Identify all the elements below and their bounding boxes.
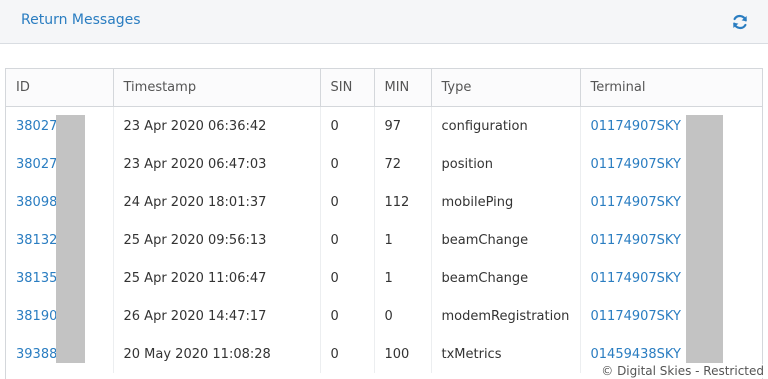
column-header-type[interactable]: Type — [431, 69, 581, 107]
min-cell: 100 — [374, 335, 432, 373]
terminal-link[interactable]: 01174907SKY — [580, 297, 762, 335]
type-cell: modemRegistration — [431, 297, 581, 335]
sin-cell: 0 — [320, 297, 375, 335]
column-header-sin[interactable]: SIN — [320, 69, 375, 107]
timestamp-cell: 23 Apr 2020 06:47:03 — [113, 145, 321, 183]
min-cell: 1 — [374, 221, 432, 259]
table-header-row: ID Timestamp SIN MIN Type Terminal — [6, 69, 762, 107]
min-cell: 0 — [374, 297, 432, 335]
refresh-icon[interactable] — [731, 13, 749, 31]
messages-table: ID Timestamp SIN MIN Type Terminal 38027… — [6, 69, 762, 373]
table-row: 38027 23 Apr 2020 06:36:42 0 97 configur… — [6, 106, 762, 146]
redaction-bar-terminal — [686, 115, 723, 363]
sin-cell: 0 — [320, 183, 375, 221]
table-row: 38190 26 Apr 2020 14:47:17 0 0 modemRegi… — [6, 297, 762, 335]
table-row: 38135 25 Apr 2020 11:06:47 0 1 beamChang… — [6, 259, 762, 297]
watermark: © Digital Skies - Restricted — [599, 364, 766, 378]
sin-cell: 0 — [320, 145, 375, 183]
return-messages-title[interactable]: Return Messages — [21, 12, 141, 28]
type-cell: beamChange — [431, 221, 581, 259]
column-header-timestamp[interactable]: Timestamp — [113, 69, 321, 107]
messages-table-container: ID Timestamp SIN MIN Type Terminal 38027… — [5, 68, 763, 379]
column-header-min[interactable]: MIN — [374, 69, 432, 107]
min-cell: 72 — [374, 145, 432, 183]
page-header: Return Messages — [0, 0, 768, 44]
min-cell: 112 — [374, 183, 432, 221]
timestamp-cell: 26 Apr 2020 14:47:17 — [113, 297, 321, 335]
type-cell: txMetrics — [431, 335, 581, 373]
sin-cell: 0 — [320, 221, 375, 259]
type-cell: beamChange — [431, 259, 581, 297]
sin-cell: 0 — [320, 259, 375, 297]
type-cell: position — [431, 145, 581, 183]
column-header-terminal[interactable]: Terminal — [580, 69, 762, 107]
terminal-link[interactable]: 01174907SKY — [580, 145, 762, 183]
sin-cell: 0 — [320, 106, 375, 145]
timestamp-cell: 20 May 2020 11:08:28 — [113, 335, 321, 373]
terminal-link[interactable]: 01174907SKY — [580, 259, 762, 297]
table-row: 38027 23 Apr 2020 06:47:03 0 72 position… — [6, 145, 762, 183]
min-cell: 1 — [374, 259, 432, 297]
column-header-id[interactable]: ID — [6, 69, 114, 107]
terminal-link[interactable]: 01174907SKY — [580, 221, 762, 259]
min-cell: 97 — [374, 106, 432, 145]
redaction-bar-id — [56, 115, 85, 363]
timestamp-cell: 25 Apr 2020 11:06:47 — [113, 259, 321, 297]
table-row: 38098 24 Apr 2020 18:01:37 0 112 mobileP… — [6, 183, 762, 221]
timestamp-cell: 24 Apr 2020 18:01:37 — [113, 183, 321, 221]
terminal-link[interactable]: 01174907SKY — [580, 107, 762, 146]
type-cell: mobilePing — [431, 183, 581, 221]
timestamp-cell: 23 Apr 2020 06:36:42 — [113, 106, 321, 145]
terminal-link[interactable]: 01174907SKY — [580, 183, 762, 221]
sin-cell: 0 — [320, 335, 375, 373]
type-cell: configuration — [431, 106, 581, 145]
table-row: 38132 25 Apr 2020 09:56:13 0 1 beamChang… — [6, 221, 762, 259]
timestamp-cell: 25 Apr 2020 09:56:13 — [113, 221, 321, 259]
